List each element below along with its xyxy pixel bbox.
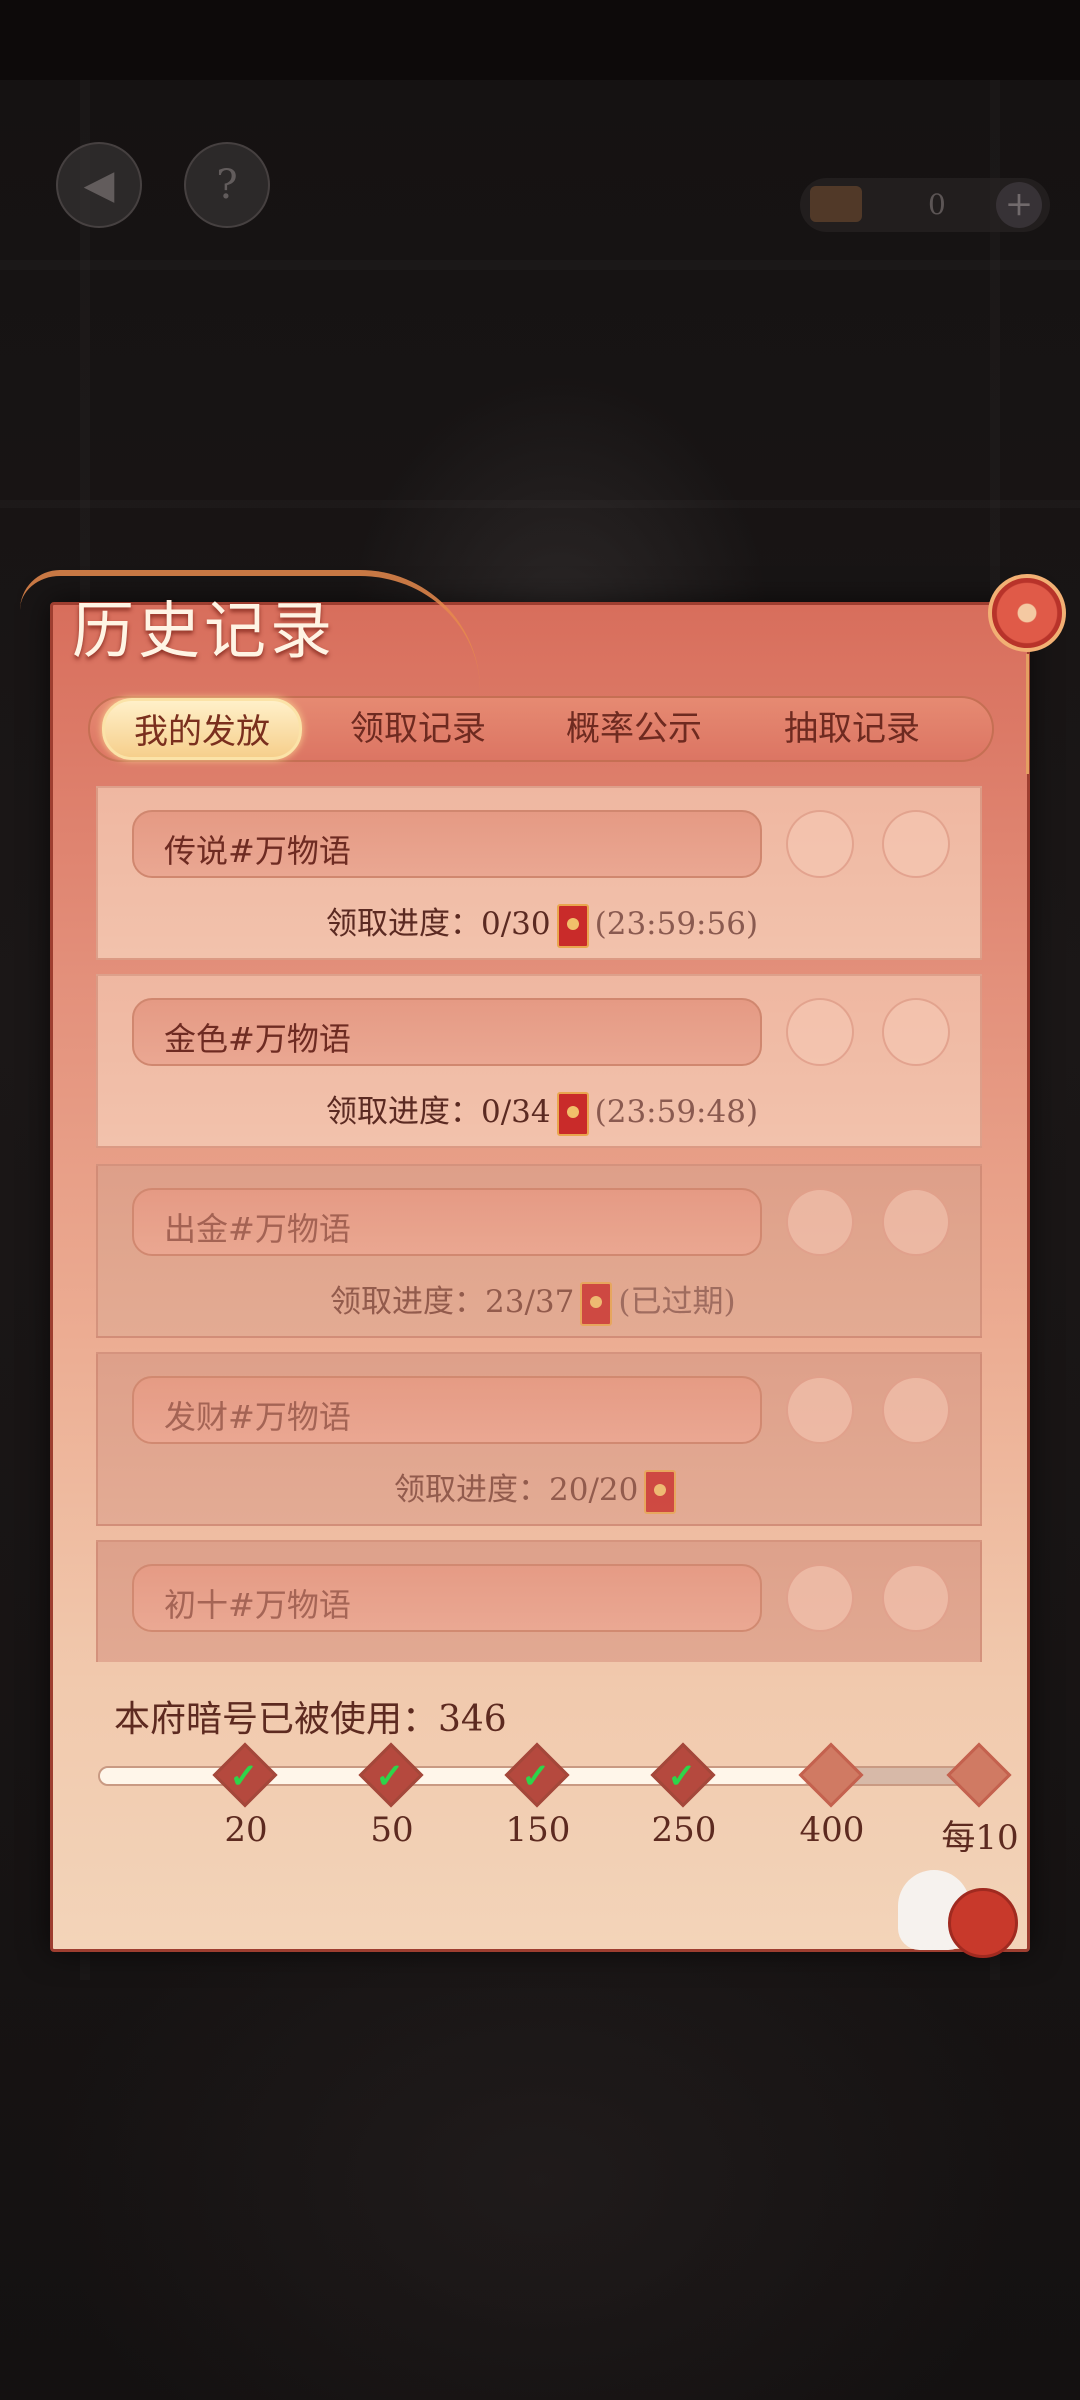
milestone-label: 50 — [370, 1810, 414, 1850]
copy-button[interactable] — [786, 998, 854, 1066]
share-button[interactable] — [882, 810, 950, 878]
record-card: 出金#万物语 领取进度：23/37 (已过期) — [96, 1164, 982, 1338]
medallion-icon — [988, 574, 1066, 774]
red-packet-icon — [644, 1469, 677, 1514]
record-card: 初十#万物语 — [96, 1540, 982, 1662]
help-icon: ? — [216, 162, 238, 208]
record-card: 传说#万物语 领取进度：0/30 (23:59:56) — [96, 786, 982, 960]
milestone-label: 20 — [224, 1810, 268, 1850]
add-currency-button[interactable]: + — [996, 182, 1042, 228]
code-field[interactable]: 传说#万物语 — [132, 810, 762, 878]
share-button[interactable] — [882, 1376, 950, 1444]
copy-button[interactable] — [786, 1188, 854, 1256]
lucky-bag-icon — [948, 1888, 1018, 1958]
red-packet-icon — [580, 1281, 613, 1326]
red-packet-icon — [556, 903, 589, 948]
red-packet-icon — [556, 1091, 589, 1136]
code-text: 金色#万物语 — [164, 1020, 351, 1058]
help-button[interactable]: ? — [184, 142, 270, 228]
record-card: 金色#万物语 领取进度：0/34 (23:59:48) — [96, 974, 982, 1148]
claim-progress: 领取进度：0/34 (23:59:48) — [326, 1086, 758, 1136]
milestone-label: 400 — [799, 1810, 865, 1850]
treasure-chest-icon — [810, 186, 862, 222]
milestone-label: 每10 — [941, 1818, 1019, 1858]
record-list[interactable]: 传说#万物语 领取进度：0/30 (23:59:56) 金色#万物语 领取进度：0… — [96, 786, 982, 1662]
copy-button[interactable] — [786, 1376, 854, 1444]
tab-draw-records[interactable]: 抽取记录 — [752, 698, 952, 760]
code-field[interactable]: 初十#万物语 — [132, 1564, 762, 1632]
milestone-label: 250 — [651, 1810, 717, 1850]
claim-progress: 领取进度：20/20 — [394, 1464, 682, 1514]
record-card: 发财#万物语 领取进度：20/20 — [96, 1352, 982, 1526]
code-field[interactable]: 发财#万物语 — [132, 1376, 762, 1444]
usage-count: 本府暗号已被使用：346 — [114, 1699, 507, 1740]
tab-my-issued[interactable]: 我的发放 — [102, 698, 302, 760]
share-button[interactable] — [882, 998, 950, 1066]
currency-value: 0 — [928, 188, 946, 221]
code-field[interactable]: 金色#万物语 — [132, 998, 762, 1066]
copy-button[interactable] — [786, 1564, 854, 1632]
code-field[interactable]: 出金#万物语 — [132, 1188, 762, 1256]
copy-button[interactable] — [786, 810, 854, 878]
code-text: 发财#万物语 — [164, 1398, 351, 1436]
claim-progress: 领取进度：0/30 (23:59:56) — [326, 898, 758, 948]
share-button[interactable] — [882, 1188, 950, 1256]
code-text: 初十#万物语 — [164, 1586, 351, 1624]
page-title: 历史记录 — [72, 594, 337, 667]
code-text: 传说#万物语 — [164, 832, 351, 870]
milestone-label: 150 — [505, 1810, 571, 1850]
tab-probability[interactable]: 概率公示 — [534, 698, 734, 760]
back-arrow-icon: ◀ — [83, 162, 115, 208]
tab-bar: 我的发放 领取记录 概率公示 抽取记录 — [88, 696, 994, 762]
tab-claim-records[interactable]: 领取记录 — [318, 698, 518, 760]
back-button[interactable]: ◀ — [56, 142, 142, 228]
share-button[interactable] — [882, 1564, 950, 1632]
claim-progress: 领取进度：23/37 (已过期) — [330, 1276, 736, 1326]
code-text: 出金#万物语 — [164, 1210, 351, 1248]
